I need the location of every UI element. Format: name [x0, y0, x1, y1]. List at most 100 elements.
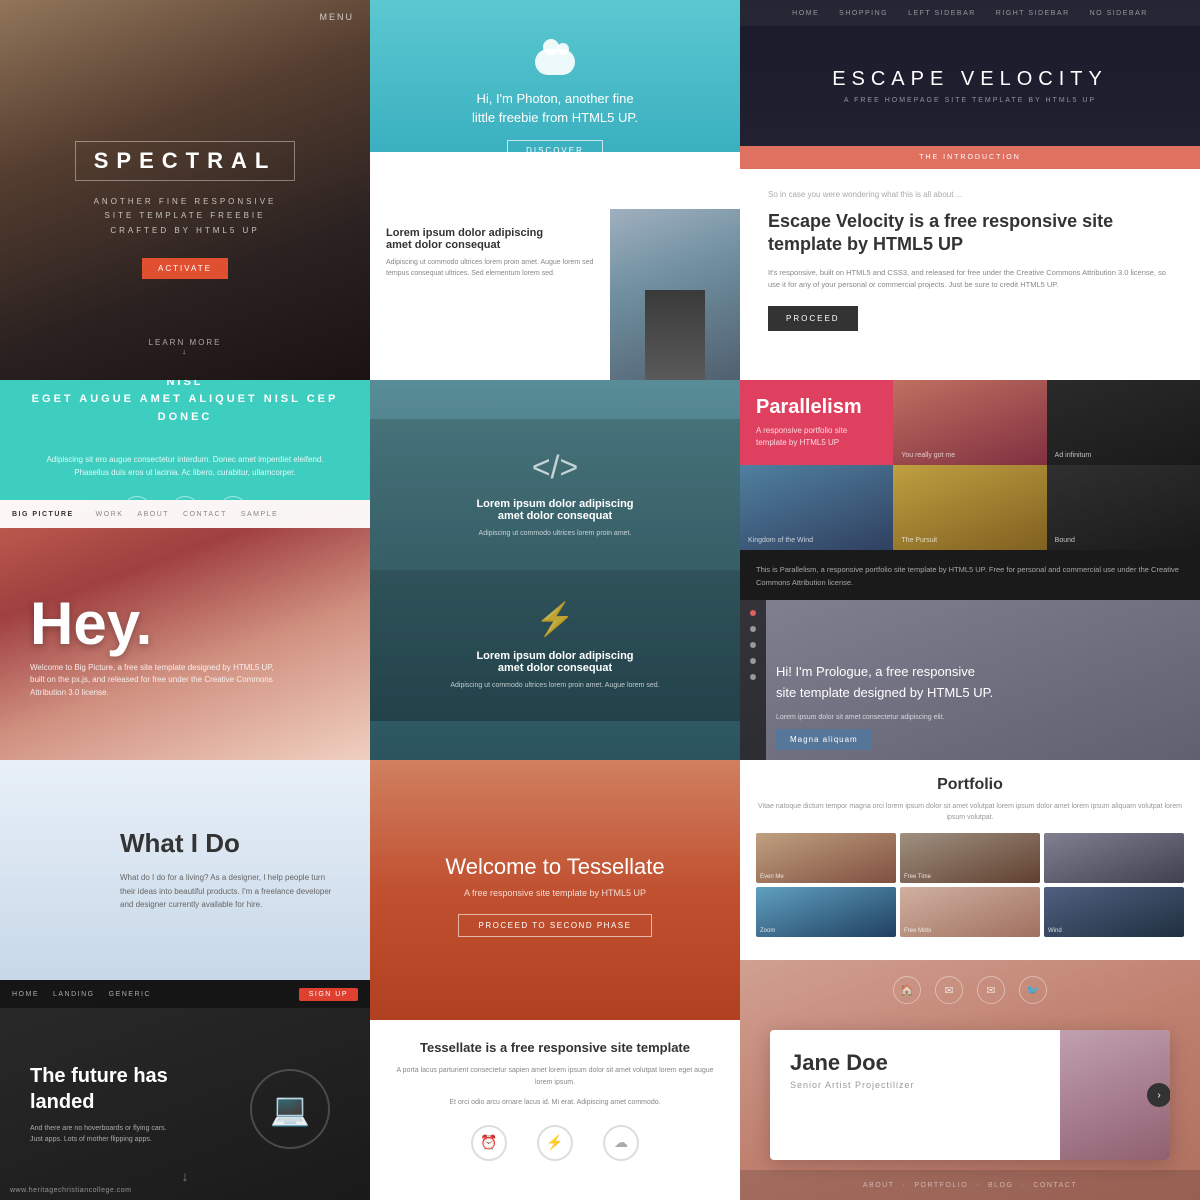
para-label-1: You really got me	[901, 452, 955, 459]
stellar-mail-icon-1[interactable]: ✉	[935, 976, 963, 1004]
prologue-thumb-4-label: Zoom	[760, 928, 775, 934]
bigpicture-nav-contact[interactable]: Contact	[183, 511, 227, 518]
para-img-2: Ad infinitum	[1047, 380, 1200, 465]
prologue-sidebar-icon-5[interactable]	[750, 674, 756, 680]
laptop-circle: 💻	[250, 1069, 330, 1149]
tessellate-icons-row: ⏰ ⚡ ☁	[394, 1125, 716, 1161]
bigpicture-body: Hey. Welcome to Big Picture, a free site…	[30, 594, 290, 700]
clock-icon: ⏰	[471, 1125, 507, 1161]
photon-discover-button[interactable]: DISCOVER	[507, 140, 603, 161]
prologue-sidebar-icon-4[interactable]	[750, 658, 756, 664]
prologue-portfolio-body: Vitae natoque dictum tempor magna orci l…	[756, 802, 1184, 823]
parallelism-panel: Parallelism A responsive portfolio sitet…	[740, 380, 1200, 600]
icons-content: </> Lorem ipsum dolor adipiscingamet dol…	[370, 419, 740, 720]
prologue-hero-button[interactable]: Magna aliquam	[776, 729, 872, 750]
para-subtitle: A responsive portfolio sitetemplate by H…	[756, 425, 877, 449]
photon-person-figure	[645, 290, 705, 380]
stellar-mail-icon-2[interactable]: ✉	[977, 976, 1005, 1004]
prologue-thumb-2[interactable]: Free Time	[900, 833, 1040, 883]
prologue-portfolio-title: Portfolio	[756, 776, 1184, 794]
stellar-nav-contact[interactable]: CONTACT	[1033, 1182, 1077, 1189]
bigpicture-sub: Welcome to Big Picture, a free site temp…	[30, 662, 290, 700]
bigpicture-hey: Hey.	[30, 594, 290, 654]
prologue-sidebar-icon-3[interactable]	[750, 642, 756, 648]
bigpicture-nav-about[interactable]: About	[137, 511, 169, 518]
tess-icon-cloud: ☁	[603, 1125, 639, 1161]
escape-nav-right[interactable]: RIGHT SIDEBAR	[996, 10, 1070, 17]
prologue-hero: Hi! I'm Prologue, a free responsivesite …	[740, 600, 1200, 760]
stellar-bottom-nav: ABOUT · PORTFOLIO · BLOG · CONTACT	[740, 1170, 1200, 1200]
prologue-sidebar-icon-2[interactable]	[750, 626, 756, 632]
prologue-thumb-3[interactable]	[1044, 833, 1184, 883]
spectral-panel: MENU SPECTRAL ANOTHER FINE RESPONSIVESIT…	[0, 0, 370, 380]
prologue-thumb-5-label: Free Mobi	[904, 928, 931, 934]
lightning-icon-2: ⚡	[537, 1125, 573, 1161]
stellar-nav-about[interactable]: ABOUT	[863, 1182, 895, 1189]
stellar-card-arrow[interactable]: ›	[1147, 1083, 1170, 1107]
stellar-nav-portfolio[interactable]: PORTFOLIO	[914, 1182, 968, 1189]
para-img-3: Kingdom of the Wind	[740, 465, 893, 550]
prologue-portfolio-panel: Portfolio Vitae natoque dictum tempor ma…	[740, 760, 1200, 960]
prologue-thumb-4[interactable]: Zoom	[756, 887, 896, 937]
para-img-5: Bound	[1047, 465, 1200, 550]
stellar-card-name: Jane Doe	[790, 1050, 1040, 1076]
url-overlay: www.heritagechristiancollege.com	[10, 1187, 131, 1194]
landed-nav-generic[interactable]: Generic	[109, 991, 151, 998]
icon-section-1-body: Adipiscing ut commodo ultrices lorem pro…	[479, 528, 632, 539]
prologue-thumb-6-label: Wind	[1048, 928, 1062, 934]
teal-body: Adipiscing sit ero augue consectetur int…	[45, 454, 325, 480]
landed-arrow: ↓	[182, 1168, 189, 1184]
stellar-nav-blog[interactable]: BLOG	[988, 1182, 1013, 1189]
whatido-panel: What I Do What do I do for a living? As …	[0, 760, 370, 980]
bigpicture-nav-work[interactable]: Work	[96, 511, 124, 518]
escape-content-body: It's responsive, built on HTML5 and CSS3…	[768, 267, 1172, 293]
photon-cloud-icon	[535, 49, 575, 75]
bigpicture-nav-sample[interactable]: Sample	[241, 511, 278, 518]
stellar-panel: 🏠 ✉ ✉ 🐦 Jane Doe Senior Artist Projectil…	[740, 960, 1200, 1200]
prologue-thumb-1[interactable]: Even Me	[756, 833, 896, 883]
whatido-title: What I Do	[120, 828, 340, 859]
landed-laptop-graphic: 💻	[250, 1069, 340, 1139]
escape-nav-left[interactable]: LEFT SIDEBAR	[908, 10, 976, 17]
prologue-thumb-5[interactable]: Free Mobi	[900, 887, 1040, 937]
prologue-thumb-6[interactable]: Wind	[1044, 887, 1184, 937]
landed-signup-button[interactable]: Sign up	[299, 988, 358, 1001]
stellar-home-icon[interactable]: 🏠	[893, 976, 921, 1004]
stellar-social-icons: 🏠 ✉ ✉ 🐦	[893, 976, 1047, 1004]
landed-panel: Home Landing Generic Sign up The future …	[0, 980, 370, 1200]
tessellate-bottom-body: A porta lacus parturient consectetur sap…	[394, 1065, 716, 1089]
escape-preheader: So in case you were wondering what this …	[768, 189, 1172, 202]
whatido-content: What I Do What do I do for a living? As …	[120, 828, 340, 912]
icon-section-2-title: Lorem ipsum dolor adipiscingamet dolor c…	[476, 650, 633, 674]
tessellate-hero: Welcome to Tessellate A free responsive …	[370, 760, 740, 1020]
escape-intro-banner: THE INTRODUCTION	[740, 146, 1200, 169]
para-title-cell: Parallelism A responsive portfolio sitet…	[740, 380, 893, 465]
tessellate-subtitle: A free responsive site template by HTML5…	[464, 888, 646, 898]
escape-nav-home[interactable]: HOME	[792, 10, 819, 17]
photon-text: Lorem ipsum dolor adipiscingamet dolor c…	[370, 209, 610, 380]
teal-heading: ARCU ALIQUET VEL LOBORTIS ATA NISLEGET A…	[30, 380, 340, 426]
stellar-twitter-icon[interactable]: 🐦	[1019, 976, 1047, 1004]
landed-nav-landing[interactable]: Landing	[53, 991, 95, 998]
landed-text: The future has landed And there are no h…	[30, 1063, 230, 1145]
prologue-hero-sub: Lorem ipsum dolor sit amet consectetur a…	[776, 714, 1180, 721]
para-img-4: The Pursuit	[893, 465, 1046, 550]
cloud-icon-2: ☁	[603, 1125, 639, 1161]
landed-title: The future has landed	[30, 1063, 230, 1115]
photon-panel: Hi, I'm Photon, another finelittle freeb…	[370, 0, 740, 380]
bigpicture-panel: Big Picture Work About Contact Sample He…	[0, 500, 370, 760]
tessellate-proceed-button[interactable]: Proceed to second phase	[458, 914, 653, 937]
laptop-icon: 💻	[270, 1090, 310, 1128]
whatido-body: What do I do for a living? As a designer…	[120, 871, 340, 912]
prologue-sidebar-icon-1[interactable]	[750, 610, 756, 616]
spectral-title: SPECTRAL	[75, 141, 296, 181]
photon-bottom: Lorem ipsum dolor adipiscingamet dolor c…	[370, 209, 740, 380]
spectral-menu[interactable]: MENU	[320, 12, 355, 22]
spectral-activate-button[interactable]: ACTIVATE	[142, 258, 228, 279]
escape-proceed-button[interactable]: PROCEED	[768, 306, 858, 331]
escape-nav-none[interactable]: NO SIDEBAR	[1090, 10, 1148, 17]
landed-nav-home[interactable]: Home	[12, 991, 39, 998]
tessellate-bottom-title: Tessellate is a free responsive site tem…	[394, 1040, 716, 1055]
escape-nav-shopping[interactable]: SHOPPING	[839, 10, 888, 17]
para-info-text: This is Parallelism, a responsive portfo…	[756, 564, 1184, 590]
